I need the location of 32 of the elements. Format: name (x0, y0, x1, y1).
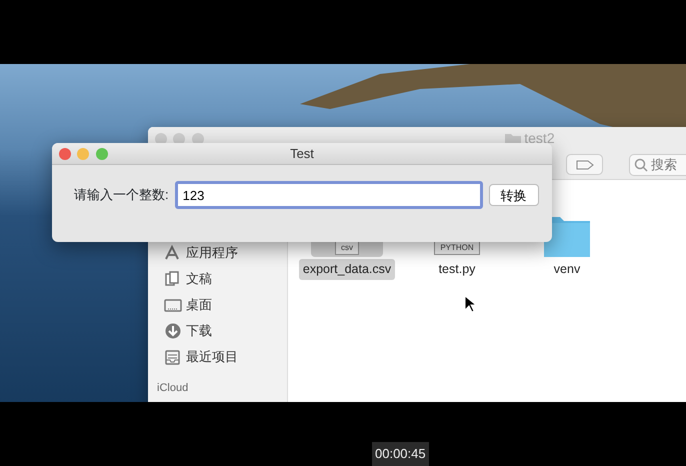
sidebar-item[interactable]: 最近项目 (148, 344, 287, 370)
close-button[interactable] (58, 148, 70, 160)
mouse-cursor-icon (464, 295, 476, 313)
window-title: test2 (524, 129, 555, 148)
tag-button[interactable] (566, 154, 603, 175)
search-icon (634, 158, 648, 172)
tray-icon (164, 349, 182, 365)
search-field[interactable]: 搜索 (629, 154, 686, 176)
window-title: Test (290, 144, 314, 163)
input-field[interactable]: 123 (176, 183, 481, 207)
window-button[interactable] (173, 132, 185, 144)
documents-icon (164, 271, 182, 287)
tag-icon (576, 160, 594, 170)
sidebar-item[interactable]: 下载 (148, 318, 287, 344)
window-button[interactable] (192, 132, 204, 144)
convert-button[interactable]: 转换 (488, 184, 539, 206)
sidebar-item[interactable]: 文稿 (148, 266, 287, 292)
sidebar-item[interactable]: 应用程序 (148, 240, 287, 266)
input-label: 请输入一个整数: (74, 186, 169, 204)
video-timestamp: 00:00:45 (372, 442, 429, 466)
file-type-label: PYTHON (434, 241, 480, 255)
sidebar-section-header: iCloud (156, 381, 190, 396)
minimize-button[interactable] (77, 148, 89, 160)
file-name[interactable]: test.py (434, 259, 480, 280)
file-name[interactable]: export_data.csv (298, 259, 396, 280)
window-button[interactable] (154, 132, 166, 144)
download-icon (164, 323, 182, 339)
file-type-label: csv (335, 241, 359, 255)
sidebar-item[interactable]: 桌面 (148, 292, 287, 318)
file-name[interactable]: venv (550, 259, 584, 280)
monitor-icon (164, 297, 182, 313)
zoom-button[interactable] (96, 148, 108, 160)
